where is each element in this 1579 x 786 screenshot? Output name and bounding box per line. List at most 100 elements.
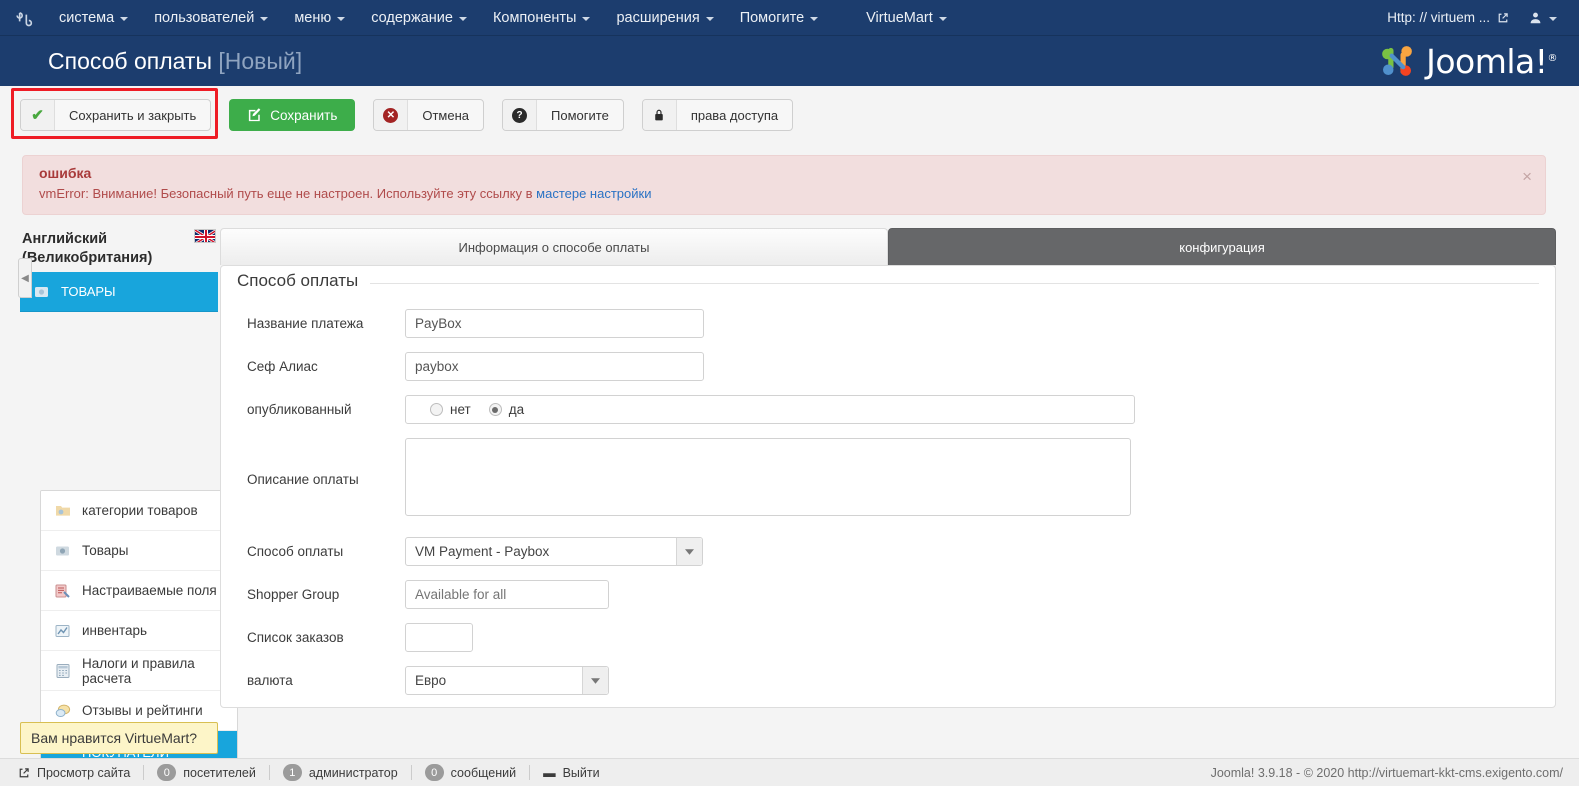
page-title-main: Способ оплаты <box>48 47 212 74</box>
messages-label: сообщений <box>450 765 517 780</box>
topbar-menu: система пользователей меню содержание Ко… <box>46 0 1377 36</box>
sidebar-collapse-button[interactable]: ◀ <box>18 258 32 298</box>
sidebar-item-label: Настраиваемые поля <box>82 583 217 598</box>
topnav-item-system[interactable]: система <box>46 0 141 36</box>
save-button[interactable]: Сохранить <box>229 99 356 131</box>
page-title-suffix: [Новый] <box>218 47 303 74</box>
visitors-status[interactable]: 0 посетителей <box>144 764 269 781</box>
tax-icon <box>53 661 72 680</box>
currency-select[interactable]: Евро <box>405 666 609 695</box>
save-label: Сохранить <box>270 107 338 123</box>
brand-label: Joomla! <box>1426 41 1548 81</box>
order-list-input[interactable] <box>405 623 473 652</box>
preview-site-button[interactable]: Просмотр сайта <box>16 766 143 780</box>
user-icon <box>1530 12 1541 24</box>
topnav-item-virtuemart[interactable]: VirtueMart <box>853 0 960 36</box>
cancel-label: Отмена <box>422 107 470 123</box>
payment-name-input[interactable] <box>405 309 704 338</box>
topnav-label: Помогите <box>739 9 805 26</box>
published-option-no[interactable]: нет <box>430 402 471 417</box>
chevron-down-icon <box>582 16 591 21</box>
messages-count-badge: 0 <box>424 764 444 781</box>
preview-site-label: Просмотр сайта <box>37 765 131 780</box>
question-circle-icon: ? <box>503 100 538 130</box>
admin-topbar: система пользователей меню содержание Ко… <box>0 0 1579 36</box>
status-footer: Просмотр сайта 0 посетителей 1 администр… <box>0 758 1579 786</box>
sidebar-item-inventory[interactable]: инвентарь <box>41 611 237 651</box>
topnav-label: система <box>59 9 115 26</box>
user-menu-button[interactable] <box>1519 0 1567 36</box>
inventory-icon <box>53 621 72 640</box>
chevron-down-icon <box>705 16 714 21</box>
chevron-down-icon <box>1549 16 1557 21</box>
payment-method-panel: Способ оплаты Название платежа Сеф Алиас… <box>220 265 1556 708</box>
field-row-published: опубликованный нет да <box>237 395 1539 424</box>
sidebar-item-label: инвентарь <box>82 623 148 638</box>
footer-left-group: Просмотр сайта 0 посетителей 1 администр… <box>16 764 613 781</box>
page-header: Способ оплаты [Новый] Joomla!® <box>0 36 1579 86</box>
visitors-count-badge: 0 <box>157 764 177 781</box>
sidebar-item-label: ТОВАРЫ <box>61 284 116 299</box>
messages-status[interactable]: 0 сообщений <box>412 764 529 781</box>
sidebar-item-taxes[interactable]: Налоги и правила расчета <box>41 651 237 691</box>
joomla-logo-icon[interactable] <box>0 0 46 36</box>
radio-icon-selected <box>488 403 502 416</box>
tab-label: Информация о способе оплаты <box>458 239 650 255</box>
action-toolbar: ✔ Сохранить и закрыть Сохранить ✕ Отмена… <box>0 86 1579 144</box>
topnav-item-extensions[interactable]: расширения <box>603 0 726 36</box>
sef-alias-label: Сеф Алиас <box>247 359 318 374</box>
published-option-label: нет <box>450 402 471 417</box>
tab-configuration[interactable]: конфигурация <box>888 228 1556 265</box>
site-link-label: Http: // virtuem ... <box>1387 10 1490 25</box>
topnav-item-menus[interactable]: меню <box>281 0 358 36</box>
chevron-down-icon <box>938 16 947 21</box>
sidebar-item-products-group[interactable]: ТОВАРЫ <box>20 272 218 312</box>
currency-label: валюта <box>247 673 293 688</box>
chevron-down-icon <box>120 16 129 21</box>
tab-payment-info[interactable]: Информация о способе оплаты <box>220 228 888 265</box>
alert-message: vmError: Внимание! Безопасный путь еще н… <box>39 186 1529 201</box>
topnav-item-users[interactable]: пользователей <box>141 0 281 36</box>
shopper-group-input[interactable] <box>405 580 609 609</box>
chevron-down-icon <box>260 16 269 21</box>
topnav-item-content[interactable]: содержание <box>358 0 480 36</box>
sef-alias-input[interactable] <box>405 352 704 381</box>
topnav-label: меню <box>294 9 332 26</box>
check-icon: ✔ <box>21 100 55 130</box>
sidebar-item-products[interactable]: Товары <box>41 531 237 571</box>
help-button[interactable]: ? Помогите <box>502 99 624 131</box>
logout-button[interactable]: ▬ Выйти <box>530 766 613 780</box>
administrators-status[interactable]: 1 администратор <box>270 764 411 781</box>
external-link-icon <box>1498 12 1508 22</box>
setup-wizard-link[interactable]: мастере настройки <box>536 186 651 201</box>
content-tabs: Информация о способе оплаты конфигурация <box>220 228 1556 265</box>
sidebar-item-label: Отзывы и рейтинги <box>82 703 203 718</box>
description-textarea[interactable] <box>405 438 1131 516</box>
sidebar-language-label: Английский (Великобритания) <box>22 231 153 266</box>
help-label: Помогите <box>551 107 609 123</box>
topnav-label: Компоненты <box>492 9 577 26</box>
topnav-label: VirtueMart <box>866 9 933 26</box>
brand-text: Joomla!® <box>1426 42 1557 81</box>
sidebar-item-custom-fields[interactable]: Настраиваемые поля <box>41 571 237 611</box>
topnav-item-help[interactable]: Помогите <box>727 0 831 36</box>
topnav-item-components[interactable]: Компоненты <box>480 0 604 36</box>
cancel-button[interactable]: ✕ Отмена <box>373 99 485 131</box>
sidebar-language-header: Английский (Великобритания) <box>20 228 218 272</box>
like-virtuemart-prompt[interactable]: Вам нравится VirtueMart? <box>20 722 218 754</box>
alert-close-button[interactable]: × <box>1522 168 1532 185</box>
field-row-sef-alias: Сеф Алиас <box>237 352 1539 381</box>
chevron-down-icon <box>458 16 467 21</box>
published-option-yes[interactable]: да <box>488 402 524 417</box>
sidebar-item-product-categories[interactable]: категории товаров <box>41 491 237 531</box>
joomla-mark-icon <box>1382 46 1412 76</box>
order-list-label: Список заказов <box>247 630 344 645</box>
chevron-down-icon <box>810 16 819 21</box>
uk-flag-icon <box>194 229 216 243</box>
permissions-button[interactable]: права доступа <box>641 99 794 131</box>
site-link-button[interactable]: Http: // virtuem ... <box>1377 0 1519 36</box>
payment-method-select[interactable]: VM Payment - Paybox <box>405 537 703 566</box>
save-and-close-button[interactable]: ✔ Сохранить и закрыть <box>20 99 212 131</box>
chevron-left-icon: ◀ <box>21 272 29 284</box>
external-link-icon <box>19 767 29 777</box>
